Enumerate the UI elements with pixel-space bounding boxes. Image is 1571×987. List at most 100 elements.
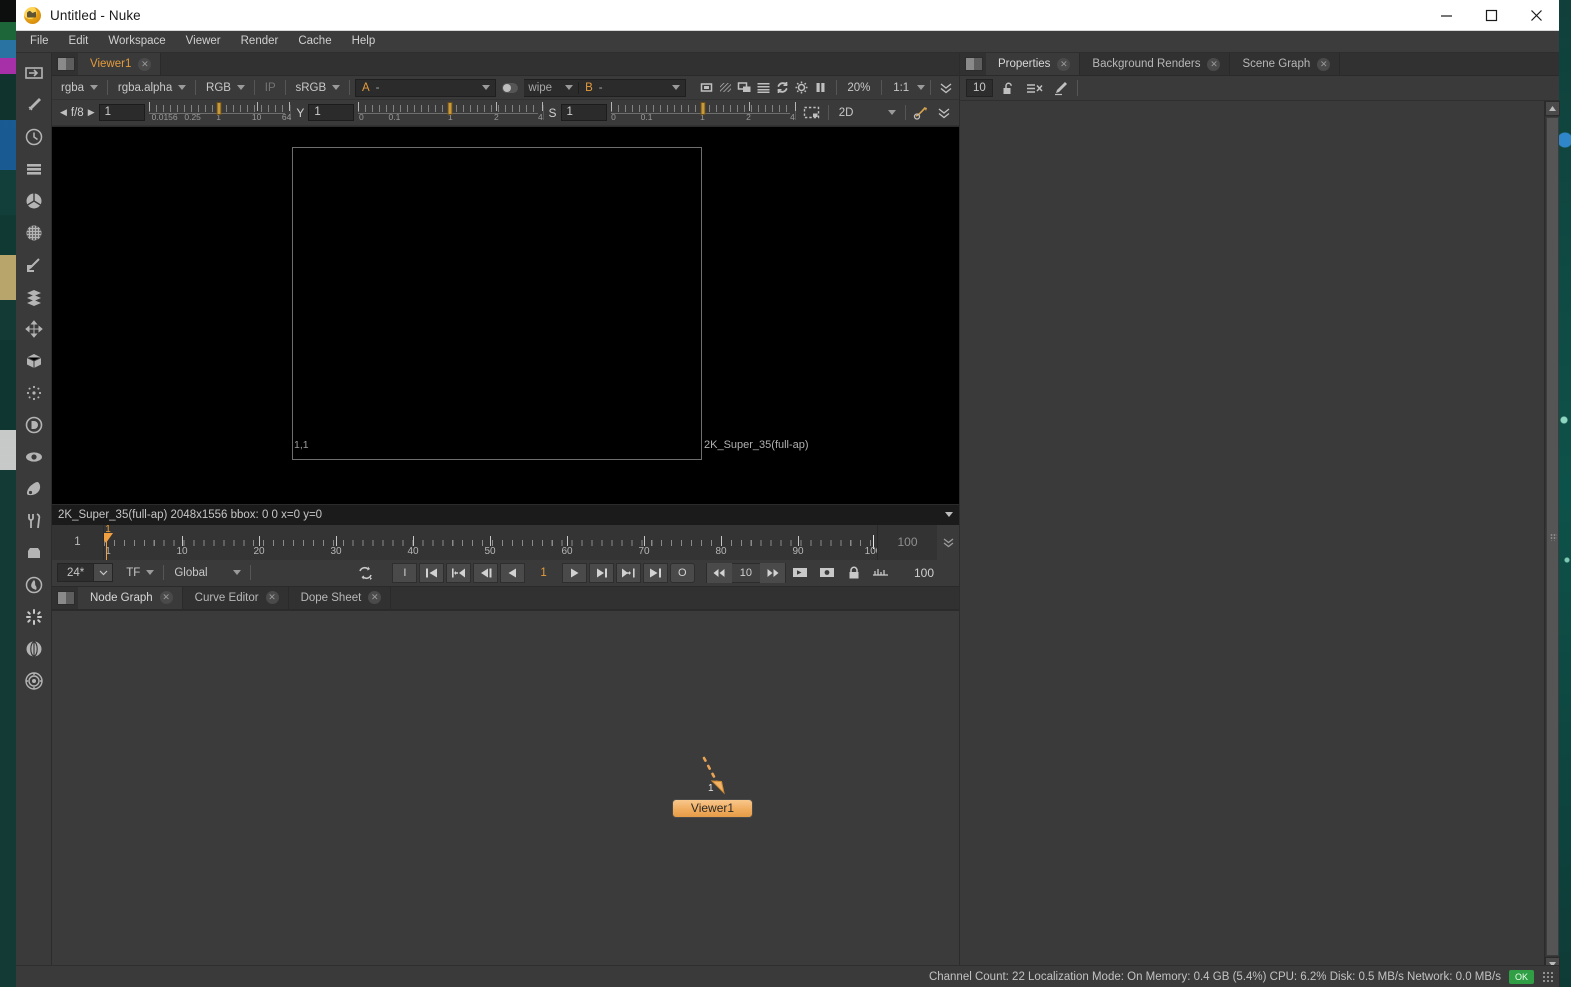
loop-mode-icon[interactable] — [353, 563, 378, 583]
stop-icon[interactable] — [814, 563, 839, 583]
scale-ratio[interactable]: 1:1 — [887, 82, 915, 94]
maximize-button[interactable] — [1469, 0, 1514, 30]
frame-increment-value[interactable]: 10 — [732, 567, 760, 579]
three-d-node-icon[interactable] — [19, 345, 49, 377]
menu-workspace[interactable]: Workspace — [98, 32, 175, 51]
chevron-down-icon[interactable] — [917, 85, 926, 90]
pause-icon[interactable] — [811, 78, 830, 98]
fps-selector[interactable]: 24* — [57, 563, 114, 582]
display-channels-dropdown[interactable]: RGB — [201, 79, 249, 97]
close-icon[interactable]: ✕ — [138, 57, 152, 71]
panel-grip-icon[interactable] — [57, 590, 75, 605]
clipwarning-icon[interactable] — [792, 78, 811, 98]
playback-range-icon[interactable] — [787, 563, 812, 583]
furnace-node-icon[interactable] — [19, 569, 49, 601]
node-graph-canvas[interactable]: 1 Viewer1 — [52, 609, 959, 987]
view-mode-dropdown[interactable]: 2D — [834, 104, 900, 122]
play-forward-button[interactable] — [561, 562, 587, 583]
menu-edit[interactable]: Edit — [59, 32, 99, 51]
tab-dope-sheet[interactable]: Dope Sheet ✕ — [288, 586, 392, 609]
properties-scrollbar[interactable] — [1544, 101, 1560, 987]
menu-file[interactable]: File — [20, 32, 59, 51]
tab-background-renders[interactable]: Background Renders ✕ — [1080, 53, 1231, 75]
ocula-node-icon[interactable] — [19, 633, 49, 665]
step-back-icon[interactable] — [706, 562, 732, 583]
deep-node-icon[interactable] — [19, 409, 49, 441]
timeline-end-frame[interactable]: 100 — [877, 524, 937, 560]
next-frame-button[interactable] — [588, 562, 614, 583]
next-keyframe-button[interactable] — [615, 562, 641, 583]
chevron-down-icon[interactable] — [93, 564, 113, 581]
sparkles-node-icon[interactable] — [19, 601, 49, 633]
node-viewer1[interactable]: Viewer1 — [672, 798, 753, 818]
lock-range-icon[interactable] — [841, 563, 866, 583]
panel-grip-icon[interactable] — [965, 57, 983, 71]
close-icon[interactable]: ✕ — [368, 591, 382, 604]
timeline-start-frame[interactable]: 1 — [52, 524, 104, 560]
current-frame-display[interactable]: 1 — [526, 567, 560, 579]
previous-frame-button[interactable] — [500, 562, 526, 583]
in-point-button[interactable]: I — [392, 562, 418, 583]
roi-icon[interactable] — [716, 78, 735, 98]
transform-node-icon[interactable] — [19, 313, 49, 345]
gain-value[interactable]: 1 — [98, 104, 145, 121]
previous-keyframe-button[interactable] — [446, 562, 472, 583]
step-forward-icon[interactable] — [760, 562, 785, 583]
close-all-icon[interactable] — [1025, 79, 1045, 98]
time-node-icon[interactable] — [19, 121, 49, 153]
color-node-icon[interactable] — [19, 185, 49, 217]
zoom-level[interactable]: 20% — [841, 82, 876, 94]
key-range-icon[interactable] — [868, 563, 893, 583]
playback-out-value[interactable]: 100 — [894, 566, 954, 580]
menu-cache[interactable]: Cache — [288, 32, 341, 51]
saturation-slider[interactable]: 0 0.1 1 2 4 — [610, 101, 796, 124]
viewer-process-dropdown[interactable]: sRGB — [291, 79, 345, 97]
close-icon[interactable]: ✕ — [265, 591, 279, 604]
close-icon[interactable]: ✕ — [159, 591, 173, 604]
filter-node-icon[interactable] — [19, 217, 49, 249]
close-icon[interactable]: ✕ — [1057, 57, 1071, 71]
close-icon[interactable]: ✕ — [1207, 57, 1221, 71]
max-panels-field[interactable]: 10 — [966, 79, 993, 97]
play-backward-button[interactable] — [473, 562, 499, 583]
proxy-icon[interactable] — [697, 78, 716, 98]
toolsets-node-icon[interactable] — [19, 505, 49, 537]
other-node-icon[interactable] — [19, 537, 49, 569]
chevron-double-down-icon[interactable] — [937, 525, 959, 560]
tab-viewer1[interactable]: Viewer1 ✕ — [78, 53, 162, 75]
menu-viewer[interactable]: Viewer — [176, 32, 231, 51]
stereo-icon[interactable] — [911, 103, 933, 123]
ab-compare-toggle[interactable] — [501, 82, 519, 93]
gain-decrease-icon[interactable]: ◀ — [56, 107, 71, 118]
resize-grip-icon[interactable] — [1542, 971, 1553, 982]
tab-node-graph[interactable]: Node Graph ✕ — [78, 586, 183, 609]
gamma-value[interactable]: 1 — [308, 104, 355, 121]
image-node-icon[interactable] — [19, 57, 49, 89]
first-frame-button[interactable] — [419, 562, 445, 583]
channel-node-icon[interactable] — [19, 153, 49, 185]
ip-toggle[interactable]: IP — [260, 79, 280, 97]
chevron-double-down-icon[interactable] — [933, 103, 955, 123]
channel-set-dropdown[interactable]: rgba — [56, 79, 102, 97]
scroll-thumb[interactable] — [1545, 117, 1559, 956]
saturation-value[interactable]: 1 — [560, 104, 607, 121]
tab-curve-editor[interactable]: Curve Editor ✕ — [182, 586, 289, 609]
viewer-canvas[interactable]: 1,1 2K_Super_35(full-ap) — [52, 126, 959, 504]
minimize-button[interactable] — [1424, 0, 1469, 30]
out-point-button[interactable]: O — [669, 562, 695, 583]
chevron-down-icon[interactable] — [945, 512, 953, 517]
status-badge[interactable]: OK — [1508, 969, 1534, 984]
last-frame-button[interactable] — [642, 562, 668, 583]
views-node-icon[interactable] — [19, 441, 49, 473]
tab-scene-graph[interactable]: Scene Graph ✕ — [1230, 53, 1341, 75]
cara-vr-node-icon[interactable] — [19, 665, 49, 697]
draw-node-icon[interactable] — [19, 89, 49, 121]
unlock-icon[interactable] — [999, 79, 1019, 98]
input-a-selector[interactable]: A - — [355, 78, 496, 97]
refresh-icon[interactable] — [773, 78, 792, 98]
playhead[interactable] — [104, 532, 113, 560]
tab-properties[interactable]: Properties ✕ — [986, 53, 1081, 75]
gamma-slider[interactable]: 0 0.1 1 2 4 — [358, 101, 544, 124]
overscan-icon[interactable] — [735, 78, 754, 98]
panel-grip-icon[interactable] — [57, 57, 75, 71]
